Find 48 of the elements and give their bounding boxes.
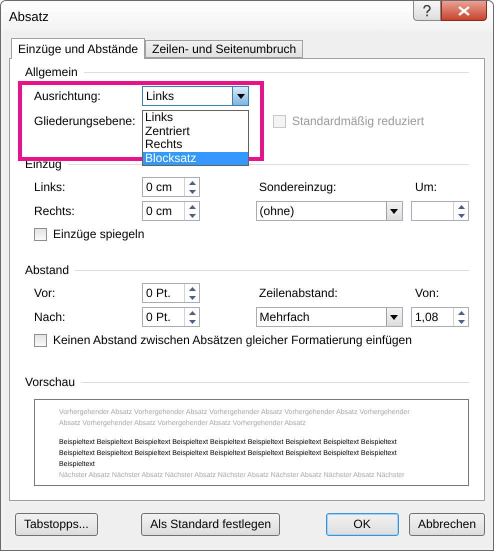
spin-buttons[interactable] bbox=[184, 284, 199, 302]
group-heading: Allgemein bbox=[25, 65, 78, 79]
dropdown-field[interactable]: Mehrfach bbox=[256, 307, 403, 327]
spin-buttons[interactable] bbox=[453, 308, 468, 326]
help-button[interactable] bbox=[413, 1, 441, 21]
spin-field[interactable]: 0 cm bbox=[142, 177, 200, 197]
field-label: Nach: bbox=[34, 310, 66, 324]
spin-buttons[interactable] bbox=[184, 178, 199, 196]
checkbox-label: Einzüge spiegeln bbox=[53, 227, 144, 241]
field-label: Rechts: bbox=[34, 204, 76, 218]
group-heading: Vorschau bbox=[25, 375, 76, 389]
tab[interactable]: Zeilen- und Seitenumbruch bbox=[145, 40, 304, 58]
checkbox[interactable] bbox=[34, 334, 47, 346]
spin-field[interactable] bbox=[411, 201, 469, 221]
field-label: Sondereinzug: bbox=[259, 180, 338, 194]
spin-field[interactable]: 0 Pt. bbox=[142, 283, 200, 303]
close-icon bbox=[458, 6, 470, 16]
field-label: Ausrichtung: bbox=[34, 89, 102, 103]
checkbox[interactable] bbox=[34, 228, 47, 240]
spin-field[interactable]: 1,08 bbox=[411, 307, 469, 327]
spin-buttons[interactable] bbox=[453, 202, 468, 220]
checkbox-label: Standardmäßig reduziert bbox=[292, 114, 424, 128]
caret-icon bbox=[236, 94, 244, 98]
field-label: Zeilenabstand: bbox=[259, 286, 339, 300]
dialog-button[interactable]: Tabstopps... bbox=[15, 512, 98, 536]
spin-field[interactable]: 0 Pt. bbox=[142, 307, 200, 327]
field-label: Von: bbox=[415, 286, 440, 300]
field-label: Vor: bbox=[34, 286, 56, 300]
close-button[interactable] bbox=[441, 1, 487, 21]
caret-icon bbox=[390, 314, 398, 320]
dialog-button[interactable]: Abbrechen bbox=[408, 512, 485, 536]
spin-buttons[interactable] bbox=[184, 202, 199, 220]
checkbox-label: Keinen Abstand zwischen Absätzen gleicher Formatierung einfügen bbox=[53, 333, 412, 347]
group-heading: Abstand bbox=[25, 263, 70, 277]
dialog-button[interactable]: OK bbox=[326, 512, 399, 536]
group-heading: Einzug bbox=[25, 157, 62, 171]
dropdown-field[interactable]: Links bbox=[142, 86, 249, 106]
dropdown-field[interactable]: (ohne) bbox=[256, 201, 403, 221]
caret-icon bbox=[390, 208, 398, 214]
help-icon bbox=[423, 4, 431, 16]
spin-buttons[interactable] bbox=[184, 308, 199, 326]
window-title: Absatz bbox=[9, 8, 50, 24]
field-label: Gliederungsebene: bbox=[34, 114, 136, 128]
dialog-button[interactable]: Als Standard festlegen bbox=[141, 512, 280, 536]
field-label: Links: bbox=[34, 180, 66, 194]
field-label: Um: bbox=[415, 180, 437, 194]
tab[interactable]: Einzüge und Abstände bbox=[11, 38, 146, 59]
spin-field[interactable]: 0 cm bbox=[142, 201, 200, 221]
